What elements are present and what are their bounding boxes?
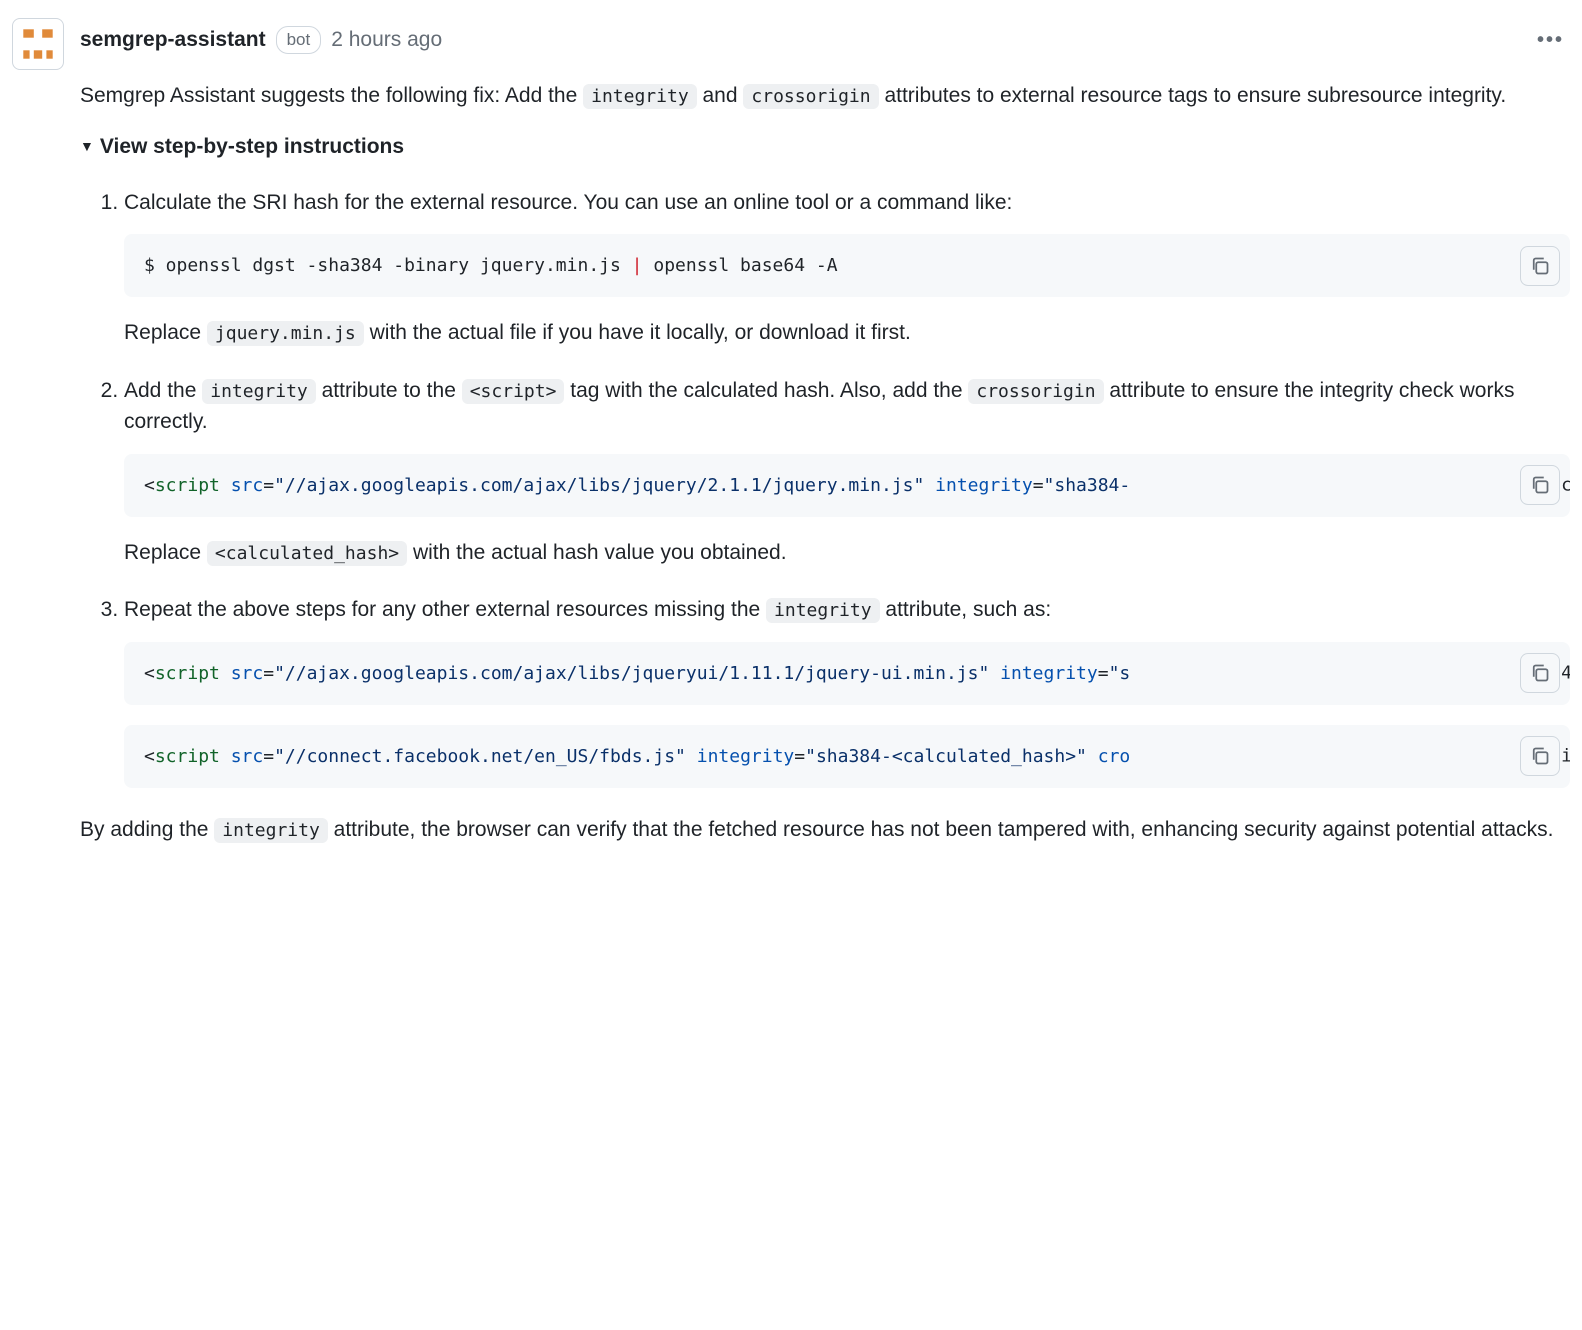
code-block-script3: <script src="//connect.facebook.net/en_U… <box>124 725 1570 788</box>
copy-icon <box>1530 746 1550 766</box>
step-2-text: Add the integrity attribute to the <scri… <box>124 375 1570 438</box>
semgrep-logo-icon <box>17 23 59 65</box>
comment-container: semgrep-assistant bot 2 hours ago ••• Se… <box>12 18 1570 865</box>
inline-code-integrity-closing: integrity <box>214 818 328 843</box>
step-1-after: Replace jquery.min.js with the actual fi… <box>124 317 1570 349</box>
inline-code-jquery: jquery.min.js <box>207 321 364 346</box>
copy-icon <box>1530 475 1550 495</box>
details-toggle[interactable]: ▼ View step-by-step instructions <box>80 131 1570 163</box>
comment-header: semgrep-assistant bot 2 hours ago ••• <box>80 18 1570 62</box>
copy-button[interactable] <box>1520 736 1560 776</box>
kebab-menu-button[interactable]: ••• <box>1531 18 1570 62</box>
copy-button[interactable] <box>1520 653 1560 693</box>
bot-badge: bot <box>276 26 322 54</box>
avatar[interactable] <box>12 18 64 70</box>
copy-icon <box>1530 256 1550 276</box>
kebab-icon: ••• <box>1537 29 1564 51</box>
username-link[interactable]: semgrep-assistant <box>80 24 266 56</box>
steps-list: Calculate the SRI hash for the external … <box>80 187 1570 788</box>
details-summary-label: View step-by-step instructions <box>100 131 404 163</box>
overflow-tail: i <box>1561 743 1570 770</box>
step-1: Calculate the SRI hash for the external … <box>124 187 1570 349</box>
code-block-script2: <script src="//ajax.googleapis.com/ajax/… <box>124 642 1570 705</box>
overflow-tail: c <box>1561 472 1570 499</box>
step-2-after: Replace <calculated_hash> with the actua… <box>124 537 1570 569</box>
overflow-tail: 4 <box>1561 660 1570 687</box>
timestamp: 2 hours ago <box>331 24 442 56</box>
inline-code-integrity: integrity <box>583 84 697 109</box>
step-3-text: Repeat the above steps for any other ext… <box>124 594 1570 626</box>
code-block-script1: <script src="//ajax.googleapis.com/ajax/… <box>124 454 1570 517</box>
intro-paragraph: Semgrep Assistant suggests the following… <box>80 80 1570 112</box>
step-2: Add the integrity attribute to the <scri… <box>124 375 1570 569</box>
code-block-openssl: $ openssl dgst -sha384 -binary jquery.mi… <box>124 234 1570 297</box>
comment-body: semgrep-assistant bot 2 hours ago ••• Se… <box>80 18 1570 865</box>
closing-paragraph: By adding the integrity attribute, the b… <box>80 814 1570 846</box>
copy-button[interactable] <box>1520 465 1560 505</box>
step-1-text: Calculate the SRI hash for the external … <box>124 187 1570 219</box>
copy-icon <box>1530 663 1550 683</box>
inline-code-crossorigin: crossorigin <box>743 84 878 109</box>
copy-button[interactable] <box>1520 246 1560 286</box>
disclosure-triangle-icon: ▼ <box>80 136 94 157</box>
step-3: Repeat the above steps for any other ext… <box>124 594 1570 788</box>
